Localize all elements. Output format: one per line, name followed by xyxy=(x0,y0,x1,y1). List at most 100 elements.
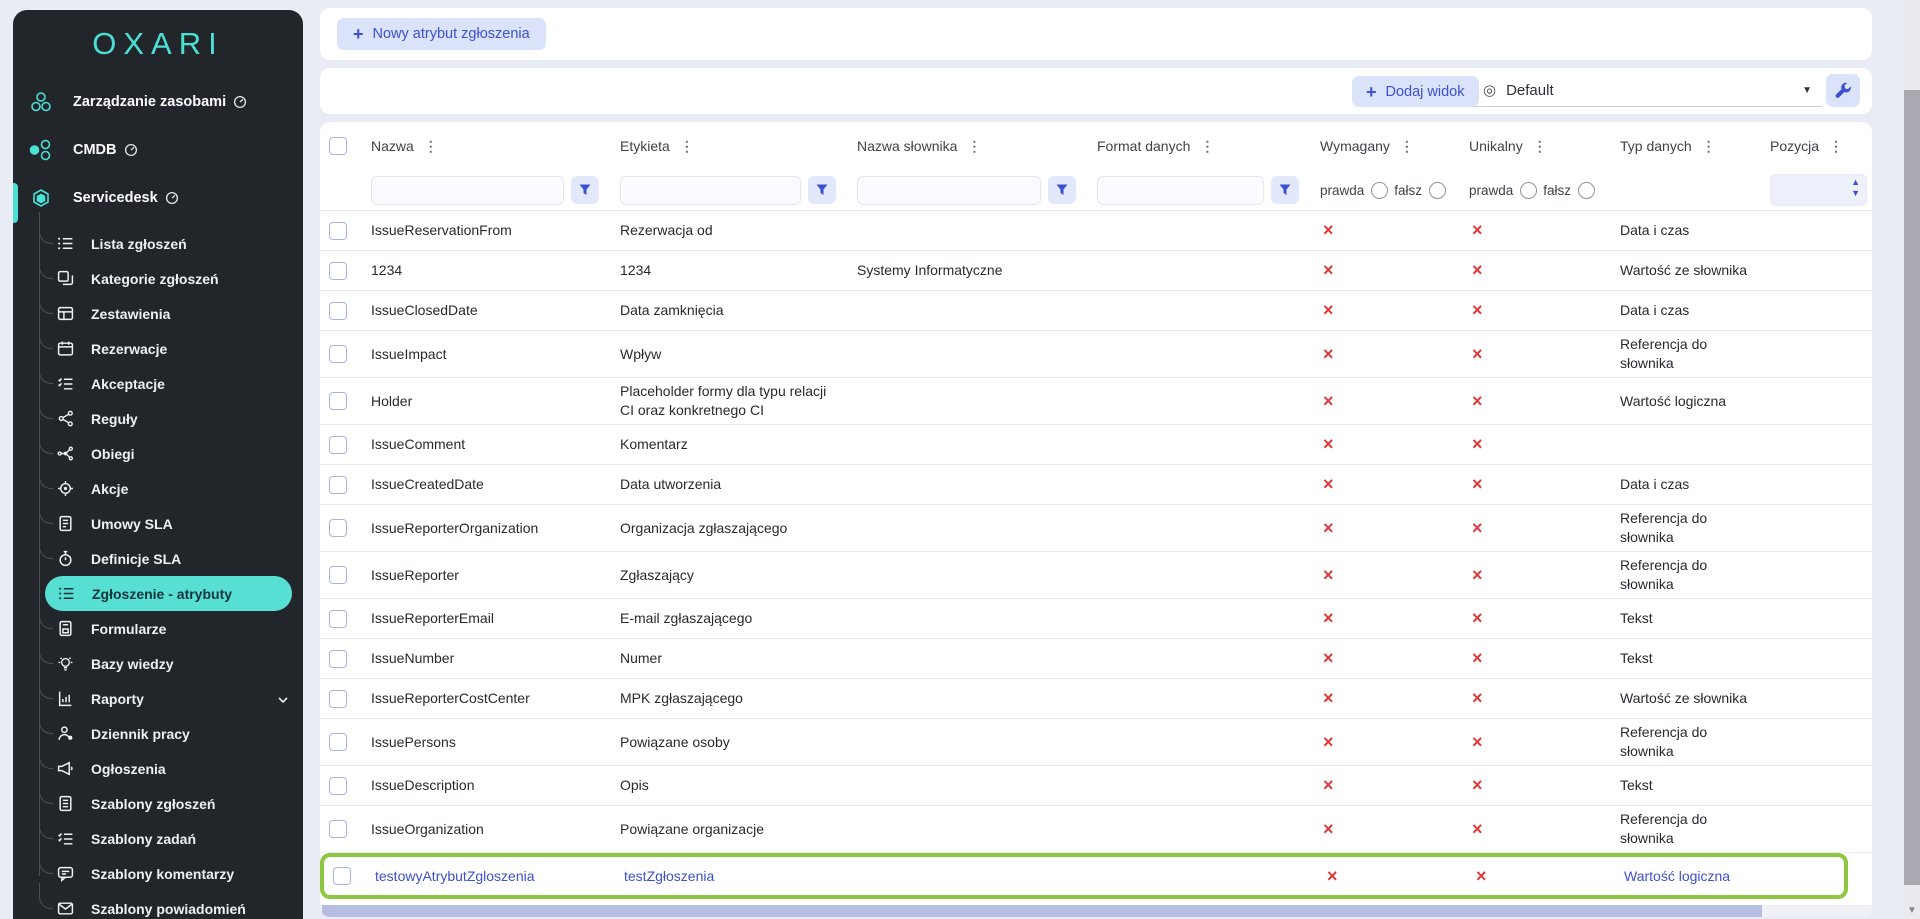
cell-nazwa: IssueReporter xyxy=(362,562,611,589)
cell-nazwa: IssueNumber xyxy=(362,645,611,672)
row-checkbox[interactable] xyxy=(329,519,347,537)
sidebar-item-cmdb[interactable]: CMDB xyxy=(13,126,303,174)
filter-input-nazwa-slownika[interactable] xyxy=(857,176,1041,205)
sidebar-item-reguly[interactable]: Reguły xyxy=(13,401,303,436)
sidebar-item-servicedesk[interactable]: Servicedesk xyxy=(13,174,303,222)
spinner-down-icon[interactable]: ▼ xyxy=(1851,189,1860,198)
sidebar-item-rezerwacje[interactable]: Rezerwacje xyxy=(13,331,303,366)
filter-button[interactable] xyxy=(808,176,836,204)
table-row[interactable]: IssueOrganization Powiązane organizacje … xyxy=(320,806,1872,853)
checklist-icon xyxy=(57,830,74,847)
sidebar-item-raporty[interactable]: Raporty xyxy=(13,681,303,716)
horizontal-scrollbar-thumb[interactable] xyxy=(322,905,1762,917)
filter-input-nazwa[interactable] xyxy=(371,176,564,205)
scroll-down-arrow-icon[interactable]: ▼ xyxy=(1904,905,1920,916)
table-row[interactable]: IssueComment Komentarz × × xyxy=(320,425,1872,465)
table-row[interactable]: testowyAtrybutZgloszenia testZgłoszenia … xyxy=(320,853,1848,899)
vertical-scrollbar-thumb[interactable] xyxy=(1904,90,1920,885)
filter-input-format-danych[interactable] xyxy=(1097,176,1264,205)
table-row[interactable]: IssueImpact Wpływ × × Referencja do słow… xyxy=(320,331,1872,378)
row-checkbox[interactable] xyxy=(329,650,347,668)
row-checkbox[interactable] xyxy=(329,392,347,410)
cell-pozycja xyxy=(1761,738,1872,746)
sidebar-item-kategorie-zgloszen[interactable]: Kategorie zgłoszeń xyxy=(13,261,303,296)
sidebar-item-lista-zgloszen[interactable]: Lista zgłoszeń xyxy=(13,226,303,261)
sidebar-item-umowy-sla[interactable]: Umowy SLA xyxy=(13,506,303,541)
table-row[interactable]: IssuePersons Powiązane osoby × × Referen… xyxy=(320,719,1872,766)
row-checkbox[interactable] xyxy=(329,262,347,280)
sidebar-item-szablony-zadan[interactable]: Szablony zadań xyxy=(13,821,303,856)
row-checkbox[interactable] xyxy=(329,302,347,320)
cell-pozycja xyxy=(1765,872,1872,880)
cell-etykieta: Organizacja zgłaszającego xyxy=(611,515,848,542)
sidebar-item-bazy-wiedzy[interactable]: Bazy wiedzy xyxy=(13,646,303,681)
row-checkbox[interactable] xyxy=(329,566,347,584)
settings-wrench-button[interactable] xyxy=(1826,74,1860,107)
add-view-button[interactable]: + Dodaj widok xyxy=(1352,76,1479,107)
sidebar-item-zarzadzanie-zasobami[interactable]: Zarządzanie zasobami xyxy=(13,78,303,126)
column-menu-icon[interactable]: ⋮ xyxy=(967,138,981,155)
row-checkbox[interactable] xyxy=(333,867,351,885)
column-header-wymagany: Wymagany xyxy=(1320,138,1390,154)
filter-button[interactable] xyxy=(1271,176,1299,204)
sidebar-item-definicje-sla[interactable]: Definicje SLA xyxy=(13,541,303,576)
table-row[interactable]: IssueReservationFrom Rezerwacja od × × D… xyxy=(320,211,1872,251)
row-checkbox[interactable] xyxy=(329,610,347,628)
cell-nazwa-slownika xyxy=(848,524,1088,532)
sidebar-item-szablony-powiadomien[interactable]: Szablony powiadomień xyxy=(13,891,303,919)
table-row[interactable]: IssueReporterOrganization Organizacja zg… xyxy=(320,505,1872,552)
table-row[interactable]: IssueClosedDate Data zamknięcia × × Data… xyxy=(320,291,1872,331)
table-row[interactable]: 1234 1234 Systemy Informatyczne × × Wart… xyxy=(320,251,1872,291)
row-checkbox[interactable] xyxy=(329,476,347,494)
column-menu-icon[interactable]: ⋮ xyxy=(680,138,694,155)
plus-icon: + xyxy=(1366,83,1377,101)
sidebar-item-dziennik-pracy[interactable]: Dziennik pracy xyxy=(13,716,303,751)
column-menu-icon[interactable]: ⋮ xyxy=(1702,138,1716,155)
column-menu-icon[interactable]: ⋮ xyxy=(424,138,438,155)
sidebar-item-zgloszenie-atrybuty[interactable]: Zgłoszenie - atrybuty xyxy=(45,576,292,611)
column-menu-icon[interactable]: ⋮ xyxy=(1533,138,1547,155)
sidebar-item-ogloszenia[interactable]: Ogłoszenia xyxy=(13,751,303,786)
radio-unikalny-falsz[interactable] xyxy=(1578,182,1595,199)
chevron-down-icon[interactable] xyxy=(277,693,289,705)
sidebar-item-formularze[interactable]: Formularze xyxy=(13,611,303,646)
sidebar-item-akcje[interactable]: Akcje xyxy=(13,471,303,506)
sidebar-item-szablony-komentarzy[interactable]: Szablony komentarzy xyxy=(13,856,303,891)
filter-button[interactable] xyxy=(571,176,599,204)
view-selector[interactable]: ◎ Default ▼ xyxy=(1473,74,1822,107)
row-checkbox[interactable] xyxy=(329,690,347,708)
new-attribute-button[interactable]: + Nowy atrybut zgłoszenia xyxy=(337,18,546,50)
sidebar-item-szablony-zgloszen[interactable]: Szablony zgłoszeń xyxy=(13,786,303,821)
table-row[interactable]: IssueReporterCostCenter MPK zgłaszająceg… xyxy=(320,679,1872,719)
row-checkbox[interactable] xyxy=(329,820,347,838)
filter-input-etykieta[interactable] xyxy=(620,176,801,205)
filter-button[interactable] xyxy=(1048,176,1076,204)
row-checkbox[interactable] xyxy=(329,777,347,795)
column-menu-icon[interactable]: ⋮ xyxy=(1400,138,1414,155)
radio-unikalny-prawda[interactable] xyxy=(1520,182,1537,199)
sidebar-item-akceptacje[interactable]: Akceptacje xyxy=(13,366,303,401)
row-checkbox[interactable] xyxy=(329,345,347,363)
table-row[interactable]: IssueDescription Opis × × Tekst xyxy=(320,766,1872,806)
row-checkbox[interactable] xyxy=(329,222,347,240)
row-checkbox[interactable] xyxy=(329,436,347,454)
spinner-up-icon[interactable]: ▲ xyxy=(1851,178,1860,187)
table-row[interactable]: IssueCreatedDate Data utworzenia × × Dat… xyxy=(320,465,1872,505)
sidebar-item-obiegi[interactable]: Obiegi xyxy=(13,436,303,471)
cell-typ-danych: Referencja do słownika xyxy=(1611,552,1761,598)
table-row[interactable]: IssueNumber Numer × × Tekst xyxy=(320,639,1872,679)
row-checkbox[interactable] xyxy=(329,733,347,751)
cell-etykieta: Powiązane organizacje xyxy=(611,816,848,843)
filter-input-pozycja[interactable] xyxy=(1775,177,1845,205)
column-menu-icon[interactable]: ⋮ xyxy=(1829,138,1843,155)
radio-wymagany-prawda[interactable] xyxy=(1371,182,1388,199)
column-menu-icon[interactable]: ⋮ xyxy=(1200,138,1214,155)
sidebar-item-zestawienia[interactable]: Zestawienia xyxy=(13,296,303,331)
table-row[interactable]: IssueReporter Zgłaszający × × Referencja… xyxy=(320,552,1872,599)
table-row[interactable]: Holder Placeholder formy dla typu relacj… xyxy=(320,378,1872,425)
cell-nazwa-slownika xyxy=(848,350,1088,358)
select-all-checkbox[interactable] xyxy=(329,137,347,155)
table-row[interactable]: IssueReporterEmail E-mail zgłaszającego … xyxy=(320,599,1872,639)
radio-wymagany-falsz[interactable] xyxy=(1429,182,1446,199)
header-card: + Nowy atrybut zgłoszenia xyxy=(320,8,1872,60)
